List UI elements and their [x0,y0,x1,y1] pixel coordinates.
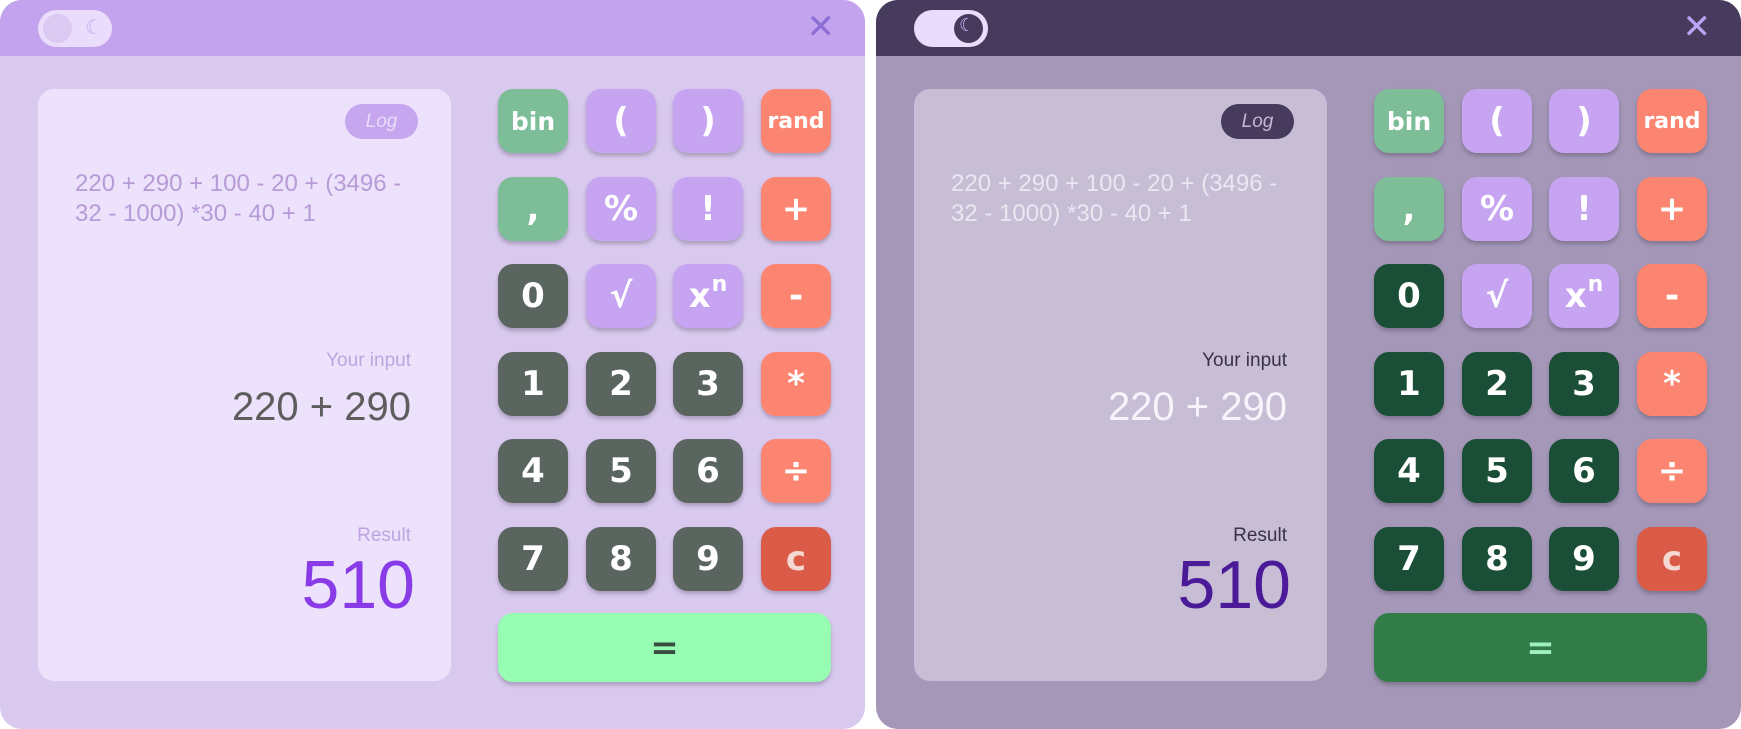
power-button[interactable]: xn [673,264,743,328]
factorial-button[interactable]: ! [673,177,743,241]
close-icon[interactable]: ✕ [1683,10,1712,44]
input-value: 220 + 290 [231,385,411,429]
display-card: Log 220 + 290 + 100 - 20 + (3496 - 32 - … [38,89,451,681]
eight-button[interactable]: 8 [586,527,656,591]
one-button[interactable]: 1 [498,352,568,416]
power-button[interactable]: xn [1549,264,1619,328]
seven-button[interactable]: 7 [498,527,568,591]
minus-button[interactable]: - [761,264,831,328]
left-paren-button[interactable]: ( [586,89,656,153]
six-button[interactable]: 6 [1549,439,1619,503]
multiply-button[interactable]: * [761,352,831,416]
three-button[interactable]: 3 [1549,352,1619,416]
nine-button[interactable]: 9 [1549,527,1619,591]
equals-button[interactable]: = [1374,613,1707,682]
power-base: x [688,276,711,316]
five-button[interactable]: 5 [1462,439,1532,503]
equals-button[interactable]: = [498,613,831,682]
rand-button[interactable]: rand [1637,89,1707,153]
toggle-knob [43,14,72,43]
clear-button[interactable]: c [761,527,831,591]
theme-toggle[interactable]: ☾ [38,10,112,47]
divide-button[interactable]: ÷ [761,439,831,503]
plus-button[interactable]: + [761,177,831,241]
multiply-button[interactable]: * [1637,352,1707,416]
title-bar: ☾ ✕ [876,0,1741,56]
theme-toggle[interactable]: ☾ [914,10,988,47]
sqrt-button[interactable]: √ [586,264,656,328]
bin-button[interactable]: bin [498,89,568,153]
rand-button[interactable]: rand [761,89,831,153]
keypad: bin ( ) rand , % ! + 0 √ xn - 1 2 3 * 4 … [1374,89,1707,683]
input-label: Your input [1202,350,1287,371]
bin-button[interactable]: bin [1374,89,1444,153]
three-button[interactable]: 3 [673,352,743,416]
eight-button[interactable]: 8 [1462,527,1532,591]
moon-icon: ☾ [959,15,976,36]
two-button[interactable]: 2 [586,352,656,416]
two-button[interactable]: 2 [1462,352,1532,416]
keypad: bin ( ) rand , % ! + 0 √ xn - 1 2 3 * 4 … [498,89,831,683]
result-value: 510 [1177,547,1291,623]
plus-button[interactable]: + [1637,177,1707,241]
four-button[interactable]: 4 [498,439,568,503]
five-button[interactable]: 5 [586,439,656,503]
left-paren-button[interactable]: ( [1462,89,1532,153]
sqrt-button[interactable]: √ [1462,264,1532,328]
zero-button[interactable]: 0 [1374,264,1444,328]
clear-button[interactable]: c [1637,527,1707,591]
nine-button[interactable]: 9 [673,527,743,591]
zero-button[interactable]: 0 [498,264,568,328]
close-icon[interactable]: ✕ [807,10,836,44]
one-button[interactable]: 1 [1374,352,1444,416]
calculator-window-dark: ☾ ✕ Log 220 + 290 + 100 - 20 + (3496 - 3… [876,0,1741,729]
comma-button[interactable]: , [498,177,568,241]
result-label: Result [1233,525,1287,546]
display-card: Log 220 + 290 + 100 - 20 + (3496 - 32 - … [914,89,1327,681]
factorial-button[interactable]: ! [1549,177,1619,241]
percent-button[interactable]: % [586,177,656,241]
history-expression: 220 + 290 + 100 - 20 + (3496 - 32 - 1000… [75,170,402,227]
moon-icon: ☾ [85,15,103,39]
right-paren-button[interactable]: ) [1549,89,1619,153]
result-label: Result [357,525,411,546]
seven-button[interactable]: 7 [1374,527,1444,591]
log-button[interactable]: Log [1221,104,1294,139]
power-exponent: n [1587,271,1604,297]
divide-button[interactable]: ÷ [1637,439,1707,503]
four-button[interactable]: 4 [1374,439,1444,503]
comma-button[interactable]: , [1374,177,1444,241]
power-exponent: n [711,271,728,297]
input-label: Your input [326,350,411,371]
log-button[interactable]: Log [345,104,418,139]
percent-button[interactable]: % [1462,177,1532,241]
power-base: x [1564,276,1587,316]
title-bar: ☾ ✕ [0,0,865,56]
input-value: 220 + 290 [1107,385,1287,429]
result-value: 510 [301,547,415,623]
six-button[interactable]: 6 [673,439,743,503]
calculator-window-light: ☾ ✕ Log 220 + 290 + 100 - 20 + (3496 - 3… [0,0,865,729]
right-paren-button[interactable]: ) [673,89,743,153]
minus-button[interactable]: - [1637,264,1707,328]
history-expression: 220 + 290 + 100 - 20 + (3496 - 32 - 1000… [951,170,1278,227]
